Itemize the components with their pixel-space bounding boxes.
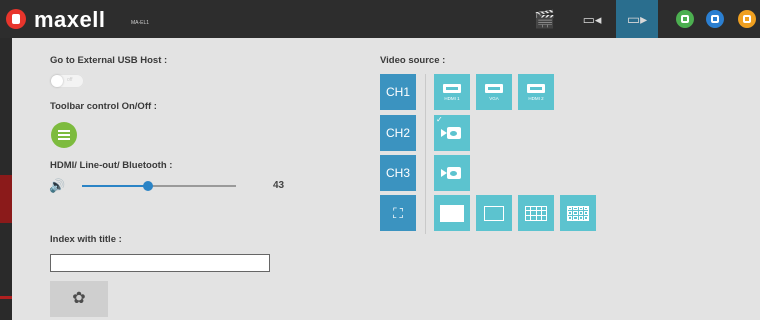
channel-label: CH3 [385,166,410,180]
volume-slider-fill [82,185,149,187]
background-red-block [0,175,12,223]
index-title-input[interactable] [50,254,270,272]
layout-grid-button[interactable] [518,195,554,231]
clapperboard-icon: 🎬 [534,9,556,29]
app-header: maxell MA-EL1 🎬 ▭◂ ▭▸ [0,0,760,38]
source-vga-button[interactable]: VGA [476,74,512,110]
monitor-icon: ▭▸ [626,11,648,27]
usb-host-label: Go to External USB Host : [50,55,168,66]
logo-icon [6,9,26,29]
background-strip [0,0,12,320]
source-hdmi2-button[interactable]: HDMI 2 [518,74,554,110]
source-camera-ch3-button[interactable] [434,155,470,191]
channel-3-button[interactable]: CH3 [380,155,416,191]
hdmi-port-icon [443,83,461,93]
display-status-icon[interactable] [706,10,724,28]
channel-2-button[interactable]: CH2 [380,115,416,151]
window-layout-icon [484,205,504,221]
volume-slider-handle[interactable] [143,181,154,191]
camera-status-icon[interactable] [676,10,694,28]
vga-port-icon [485,83,503,93]
grid-layout-icon [525,205,547,221]
presentation-button[interactable]: ⛶ [380,195,416,231]
background-red-line [0,296,12,299]
camera-icon [441,126,463,140]
toolbar-control-label: Toolbar control On/Off : [50,101,157,112]
settings-panel: Go to External USB Host : off Toolbar co… [12,38,760,320]
usb-host-toggle[interactable]: off [50,74,84,88]
layout-window-button[interactable] [476,195,512,231]
nav-monitor-button[interactable]: ▭▸ [616,0,658,38]
source-label: HDMI 2 [528,95,544,101]
settings-button[interactable]: ✿ [50,281,108,317]
source-hdmi1-button[interactable]: HDMI 1 [434,74,470,110]
camera-icon: ▭◂ [582,11,602,27]
camera-icon [441,166,463,180]
model-name: MA-EL1 [131,20,150,26]
grid-outline-layout-icon [567,205,589,221]
nav-camera-button[interactable]: ▭◂ [572,0,612,38]
channel-label: CH1 [385,85,410,99]
layout-grid-outline-button[interactable] [560,195,596,231]
speaker-icon[interactable]: 🔊 [49,178,65,194]
fullscreen-layout-icon [440,204,464,222]
audio-output-label: HDMI/ Line-out/ Bluetooth : [50,160,173,171]
toggle-knob [51,75,63,87]
nav-clapperboard-button[interactable]: 🎬 [525,0,565,38]
source-label: HDMI 1 [444,95,460,101]
video-source-label: Video source : [380,55,446,66]
checkmark-icon: ✓ [436,115,443,124]
hdmi-port-icon [527,83,545,93]
toolbar-toggle-button[interactable] [51,122,77,148]
source-label: VGA [489,95,499,101]
brand-name: maxell [34,7,106,32]
exit-icon[interactable] [738,10,756,28]
toggle-state-text: off [67,77,73,83]
volume-slider[interactable] [82,181,236,191]
index-title-label: Index with title : [50,234,122,245]
layout-fullscreen-button[interactable] [434,195,470,231]
source-camera-ch2-button[interactable]: ✓ [434,115,470,151]
gear-icon: ✿ [72,290,86,307]
volume-value: 43 [273,180,285,191]
channel-label: CH2 [385,126,410,140]
divider [425,74,426,234]
channel-1-button[interactable]: CH1 [380,74,416,110]
presentation-icon: ⛶ [393,204,403,221]
